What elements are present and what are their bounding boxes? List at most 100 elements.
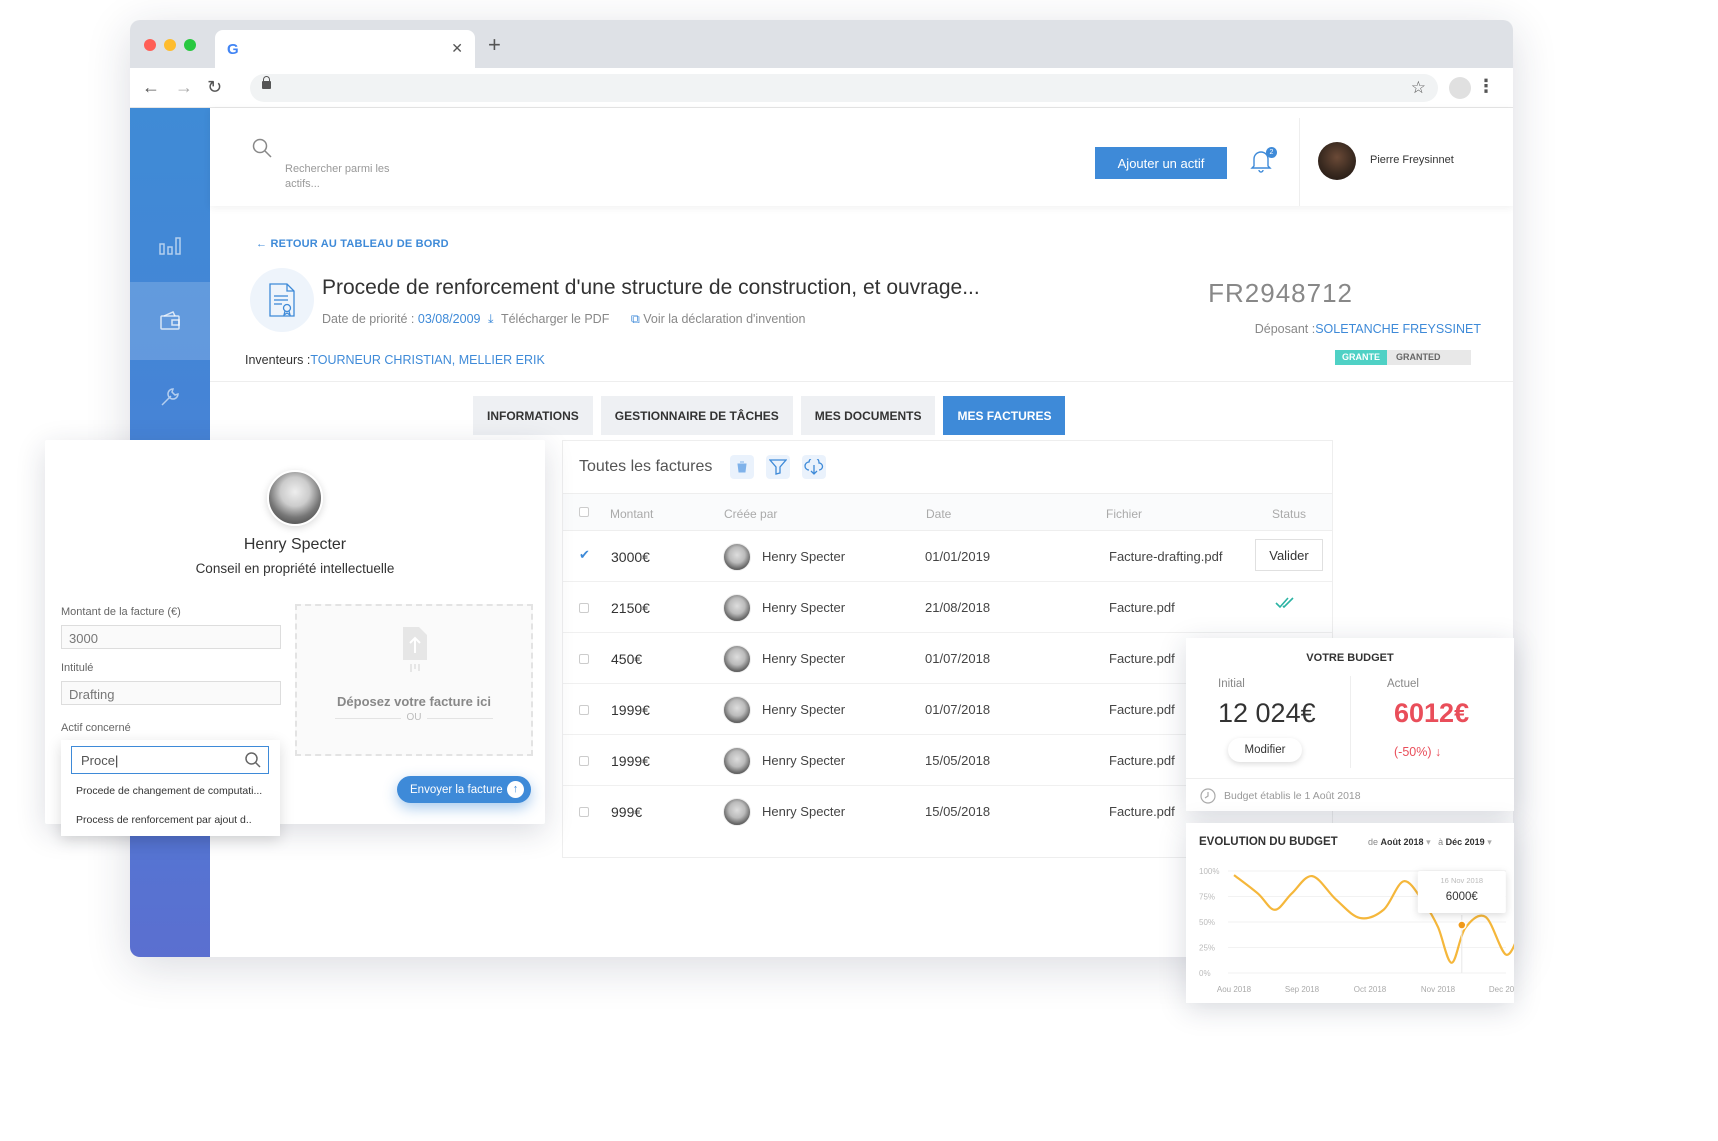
inventors-label: Inventeurs : bbox=[245, 353, 311, 367]
address-bar[interactable]: ☆ bbox=[250, 74, 1438, 102]
browser-tab[interactable]: G ✕ bbox=[215, 30, 475, 68]
external-link-icon[interactable]: ⧉ bbox=[631, 312, 640, 326]
minimize-window-dot[interactable] bbox=[164, 39, 176, 51]
tab-informations[interactable]: INFORMATIONS bbox=[473, 396, 593, 435]
patent-number: FR2948712 bbox=[1208, 278, 1353, 308]
row-checkbox[interactable] bbox=[579, 654, 589, 664]
forward-arrow-icon[interactable]: → bbox=[175, 77, 193, 97]
row-file[interactable]: Facture.pdf bbox=[1109, 804, 1175, 819]
tab-invoices[interactable]: MES FACTURES bbox=[943, 396, 1066, 435]
header-divider bbox=[1299, 118, 1300, 206]
invoices-title: Toutes les factures bbox=[579, 458, 713, 475]
row-checkbox[interactable] bbox=[579, 603, 589, 613]
search-input[interactable]: Rechercher parmi les actifs... bbox=[285, 162, 405, 192]
col-amount[interactable]: Montant bbox=[610, 507, 653, 521]
autocomplete-option[interactable]: Process de renforcement par ajout d.. bbox=[76, 814, 252, 826]
title-field[interactable]: Drafting bbox=[61, 681, 281, 705]
col-date[interactable]: Date bbox=[926, 507, 951, 521]
row-file[interactable]: Facture-drafting.pdf bbox=[1109, 549, 1222, 564]
row-checkbox[interactable] bbox=[579, 807, 589, 817]
priority-label: Date de priorité : bbox=[322, 312, 415, 326]
select-all-checkbox[interactable] bbox=[579, 507, 589, 517]
deposant: Déposant :SOLETANCHE FREYSSINET bbox=[1255, 322, 1481, 336]
y-tick-label: 25% bbox=[1199, 944, 1215, 953]
row-creator: Henry Specter bbox=[762, 600, 846, 615]
row-checkbox[interactable] bbox=[579, 705, 589, 715]
creator-avatar bbox=[723, 798, 751, 826]
asset-query-text: Proce bbox=[81, 753, 115, 768]
bookmark-star-icon[interactable]: ☆ bbox=[1411, 78, 1426, 98]
browser-profile-icon[interactable] bbox=[1449, 77, 1471, 99]
row-file[interactable]: Facture.pdf bbox=[1109, 753, 1175, 768]
maximize-window-dot[interactable] bbox=[184, 39, 196, 51]
budget-change-value: (-50%) bbox=[1394, 745, 1432, 759]
status-badge-grante: GRANTE bbox=[1335, 350, 1387, 365]
send-invoice-button[interactable]: Envoyer la facture ↑ bbox=[397, 776, 531, 803]
back-to-dashboard-link[interactable]: ← RETOUR AU TABLEAU DE BORD bbox=[256, 238, 449, 250]
tab-task-manager[interactable]: GESTIONNAIRE DE TÂCHES bbox=[600, 396, 793, 435]
download-icon[interactable]: ⤓ bbox=[488, 312, 494, 326]
budget-footer: Budget établis le 1 Août 2018 bbox=[1186, 778, 1514, 811]
advisor-avatar bbox=[267, 470, 323, 526]
title-label: Intitulé bbox=[61, 662, 94, 674]
close-window-dot[interactable] bbox=[144, 39, 156, 51]
google-icon: G bbox=[227, 41, 239, 58]
close-tab-icon[interactable]: ✕ bbox=[451, 40, 463, 57]
row-checkbox[interactable]: ✔ bbox=[579, 547, 590, 563]
x-tick-label: Aou 2018 bbox=[1217, 985, 1252, 994]
new-tab-icon[interactable]: + bbox=[488, 34, 501, 56]
col-file[interactable]: Fichier bbox=[1106, 507, 1142, 521]
creator-avatar bbox=[723, 594, 751, 622]
browser-menu-icon[interactable]: ⋮ bbox=[1477, 76, 1495, 96]
sidebar-item-dashboard[interactable] bbox=[130, 206, 210, 284]
col-created-by[interactable]: Créée par bbox=[724, 507, 777, 521]
deposant-value[interactable]: SOLETANCHE FREYSSINET bbox=[1315, 322, 1481, 336]
sidebar-item-assets[interactable] bbox=[130, 282, 210, 360]
col-status[interactable]: Status bbox=[1272, 507, 1306, 521]
row-file[interactable]: Facture.pdf bbox=[1109, 600, 1175, 615]
invoice-dropzone[interactable]: Déposez votre facture ici OU bbox=[295, 604, 533, 756]
sidebar-item-tools[interactable] bbox=[130, 358, 210, 436]
table-row[interactable]: ✔ 3000€ Henry Specter 01/01/2019 Facture… bbox=[563, 531, 1332, 582]
send-invoice-label: Envoyer la facture bbox=[410, 783, 503, 796]
wrench-icon bbox=[161, 388, 179, 406]
download-pdf-link[interactable]: Télécharger le PDF bbox=[501, 312, 609, 326]
y-tick-label: 50% bbox=[1199, 918, 1215, 927]
row-file[interactable]: Facture.pdf bbox=[1109, 651, 1175, 666]
inventors-value[interactable]: TOURNEUR CHRISTIAN, MELLIER ERIK bbox=[310, 353, 545, 367]
y-tick-label: 0% bbox=[1199, 969, 1211, 978]
delete-button[interactable] bbox=[730, 455, 754, 479]
patent-title: Procede de renforcement d'une structure … bbox=[322, 276, 980, 299]
asset-search-input[interactable]: Proce| bbox=[71, 746, 269, 774]
autocomplete-option[interactable]: Procede de changement de computati... bbox=[76, 785, 262, 797]
back-arrow-icon[interactable]: ← bbox=[142, 77, 160, 97]
user-name[interactable]: Pierre Freysinnet bbox=[1370, 154, 1454, 166]
search-icon bbox=[245, 752, 261, 768]
asset-label: Actif concerné bbox=[61, 722, 131, 734]
validate-button[interactable]: Valider bbox=[1255, 539, 1323, 571]
y-tick-label: 75% bbox=[1199, 893, 1215, 902]
reload-icon[interactable]: ↻ bbox=[207, 77, 222, 97]
row-amount: 3000€ bbox=[611, 549, 650, 565]
modify-budget-button[interactable]: Modifier bbox=[1228, 738, 1302, 762]
x-tick-label: Oct 2018 bbox=[1354, 985, 1387, 994]
view-declaration-link[interactable]: Voir la déclaration d'invention bbox=[643, 312, 805, 326]
highlight-point bbox=[1457, 920, 1467, 930]
row-checkbox[interactable] bbox=[579, 756, 589, 766]
actual-label: Actuel bbox=[1387, 678, 1419, 690]
filter-button[interactable] bbox=[766, 455, 790, 479]
budget-change: (-50%) ↓ bbox=[1394, 745, 1441, 759]
amount-field[interactable]: 3000 bbox=[61, 625, 281, 649]
row-file[interactable]: Facture.pdf bbox=[1109, 702, 1175, 717]
add-asset-button[interactable]: Ajouter un actif bbox=[1095, 147, 1227, 179]
cloud-download-button[interactable] bbox=[802, 455, 826, 479]
status-tags: GRANTE GRANTED bbox=[1335, 350, 1471, 365]
filter-icon bbox=[769, 459, 787, 475]
row-amount: 450€ bbox=[611, 651, 643, 667]
user-avatar[interactable] bbox=[1318, 142, 1356, 180]
deposant-label: Déposant : bbox=[1254, 322, 1316, 336]
table-row[interactable]: 2150€ Henry Specter 21/08/2018 Facture.p… bbox=[563, 582, 1332, 633]
back-link-label: RETOUR AU TABLEAU DE BORD bbox=[270, 238, 449, 250]
patent-document-icon bbox=[250, 268, 314, 332]
tab-documents[interactable]: MES DOCUMENTS bbox=[800, 396, 936, 435]
